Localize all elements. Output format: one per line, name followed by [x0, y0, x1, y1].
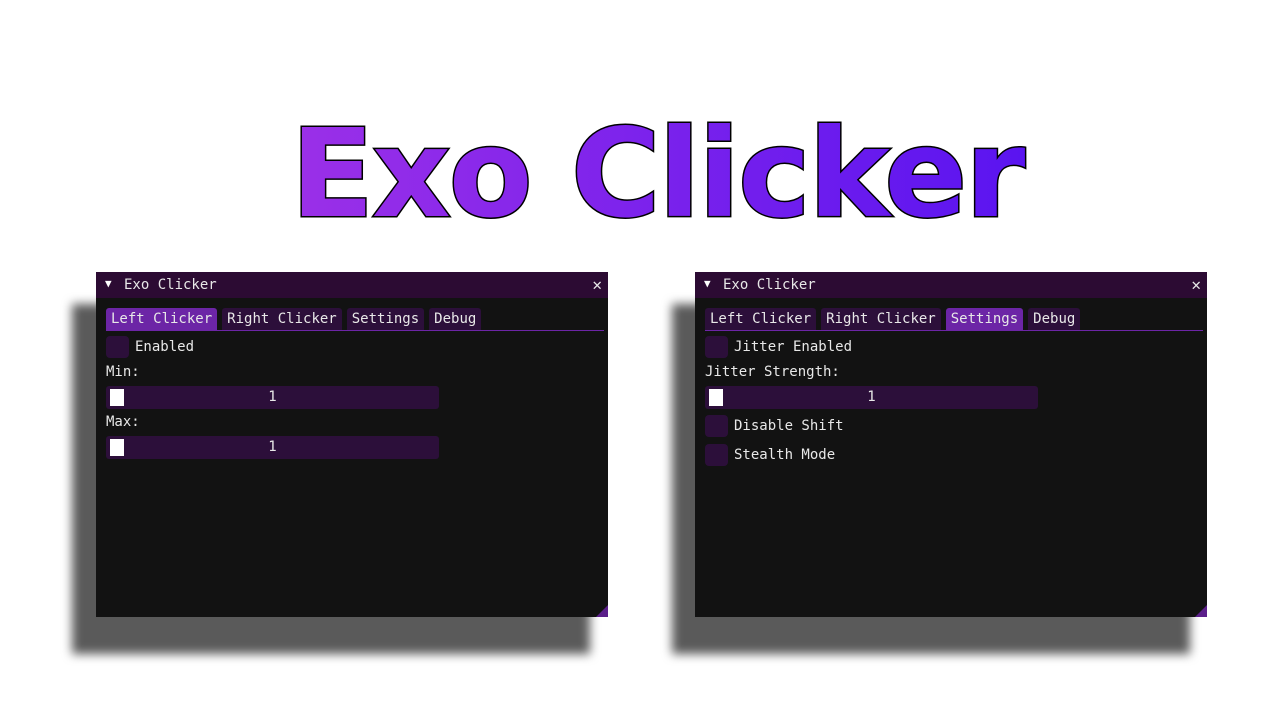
- tab-right-clicker[interactable]: Right Clicker: [222, 308, 342, 330]
- window-titlebar[interactable]: ▼ Exo Clicker ✕: [695, 272, 1207, 298]
- tab-underline: [705, 330, 1203, 331]
- window-title: Exo Clicker: [723, 277, 816, 293]
- tab-left-clicker[interactable]: Left Clicker: [705, 308, 817, 330]
- stealth-mode-label: Stealth Mode: [734, 447, 836, 463]
- tab-debug[interactable]: Debug: [429, 308, 482, 330]
- jitter-strength-label: Jitter Strength:: [705, 364, 840, 380]
- jitter-enabled-label: Jitter Enabled: [734, 339, 853, 355]
- window-settings: ▼ Exo Clicker ✕ Left Clicker Right Click…: [695, 272, 1207, 617]
- stealth-mode-checkbox[interactable]: [705, 444, 728, 466]
- min-label: Min:: [106, 364, 140, 380]
- stage: Exo Clicker ▼ Exo Clicker ✕ Left Clicker…: [0, 0, 1280, 720]
- jitter-enabled-checkbox[interactable]: [705, 336, 728, 358]
- banner-logo: Exo Clicker: [289, 106, 1028, 236]
- max-slider[interactable]: 1: [106, 436, 439, 459]
- collapse-arrow-icon[interactable]: ▼: [105, 277, 112, 290]
- jitter-enabled-row: Jitter Enabled: [705, 336, 852, 358]
- banner: Exo Clicker: [0, 106, 1280, 236]
- window-title: Exo Clicker: [124, 277, 217, 293]
- max-slider-value: 1: [268, 439, 277, 455]
- tab-left-clicker[interactable]: Left Clicker: [106, 308, 218, 330]
- tab-debug[interactable]: Debug: [1028, 308, 1081, 330]
- max-label: Max:: [106, 414, 140, 430]
- disable-shift-row: Disable Shift: [705, 415, 844, 437]
- close-icon[interactable]: ✕: [592, 275, 602, 294]
- resize-grip[interactable]: [1195, 605, 1207, 617]
- tab-bar: Left Clicker Right Clicker Settings Debu…: [705, 308, 1081, 330]
- min-slider[interactable]: 1: [106, 386, 439, 409]
- disable-shift-label: Disable Shift: [734, 418, 844, 434]
- collapse-arrow-icon[interactable]: ▼: [704, 277, 711, 290]
- enabled-checkbox[interactable]: [106, 336, 129, 358]
- close-icon[interactable]: ✕: [1191, 275, 1201, 294]
- window-left-clicker: ▼ Exo Clicker ✕ Left Clicker Right Click…: [96, 272, 608, 617]
- enabled-row: Enabled: [106, 336, 194, 358]
- tab-right-clicker[interactable]: Right Clicker: [821, 308, 941, 330]
- tab-settings[interactable]: Settings: [945, 308, 1024, 330]
- window-titlebar[interactable]: ▼ Exo Clicker ✕: [96, 272, 608, 298]
- tab-underline: [106, 330, 604, 331]
- jitter-strength-slider[interactable]: 1: [705, 386, 1038, 409]
- tab-bar: Left Clicker Right Clicker Settings Debu…: [106, 308, 482, 330]
- tab-settings[interactable]: Settings: [346, 308, 425, 330]
- banner-title: Exo Clicker: [291, 106, 1025, 236]
- resize-grip[interactable]: [596, 605, 608, 617]
- min-slider-value: 1: [268, 389, 277, 405]
- jitter-strength-value: 1: [867, 389, 876, 405]
- enabled-label: Enabled: [135, 339, 195, 355]
- disable-shift-checkbox[interactable]: [705, 415, 728, 437]
- stealth-mode-row: Stealth Mode: [705, 444, 835, 466]
